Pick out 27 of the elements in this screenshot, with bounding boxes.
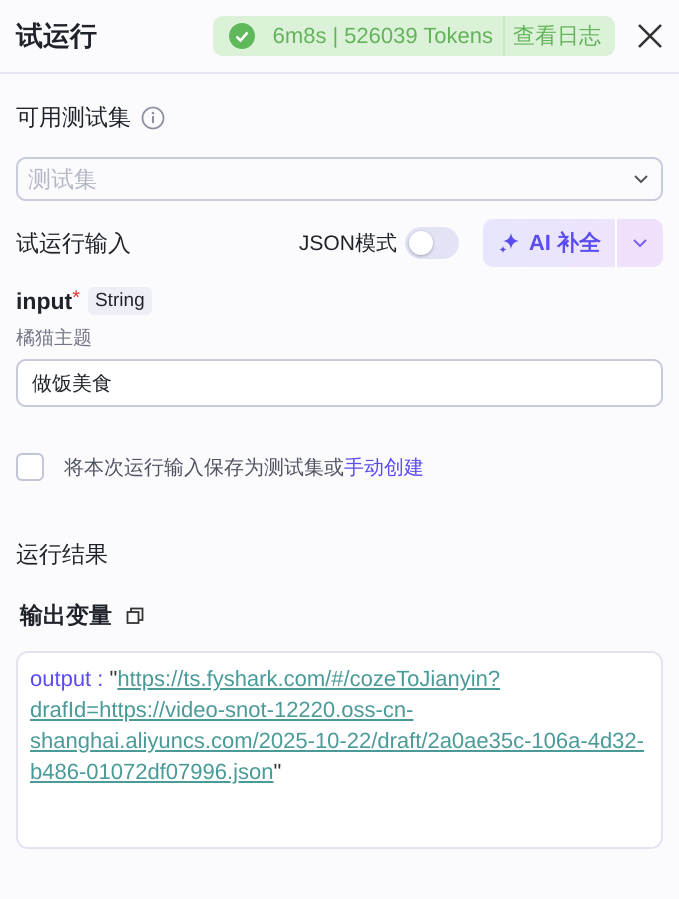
- sparkle-icon: [498, 232, 521, 254]
- input-field[interactable]: 做饭美食: [16, 359, 663, 407]
- save-checkbox[interactable]: [16, 453, 44, 481]
- info-icon: [141, 106, 165, 130]
- type-tag: String: [88, 287, 152, 315]
- result-title: 运行结果: [16, 541, 108, 567]
- output-title: 输出变量: [20, 601, 112, 630]
- section-label: 试运行输入: [16, 228, 131, 258]
- duration-text: 6m8s: [272, 23, 326, 49]
- json-mode-label: JSON模式: [298, 231, 397, 257]
- json-mode-toggle[interactable]: [404, 227, 459, 259]
- close-icon: [637, 23, 663, 49]
- section-label: 可用测试集: [16, 103, 131, 132]
- close-button[interactable]: [637, 23, 663, 49]
- manual-create-link[interactable]: 手动创建: [344, 456, 424, 478]
- required-mark: *: [72, 287, 80, 310]
- check-circle-icon: [228, 23, 255, 49]
- tokens-text: 526039 Tokens: [344, 23, 493, 49]
- copy-icon: [126, 606, 144, 624]
- field-name: input: [16, 288, 72, 314]
- ai-options-button[interactable]: [615, 219, 663, 267]
- ai-complete-button[interactable]: AI 补全: [482, 219, 615, 267]
- output-text: output : "https://ts.fyshark.com/#/cozeToJianyin?drafId=https://video-snot-12220.oss-cn-shanghai.aliyuncs.com/2025-10-22/draft/2a0ae35c-106a-4d32-b486-01072df07996.json": [30, 665, 645, 786]
- field-description: 橘猫主题: [16, 327, 93, 351]
- panel-title: 试运行: [16, 20, 97, 53]
- save-option-text: 将本次运行输入保存为测试集或手动创建: [64, 456, 424, 480]
- separator-text: |: [332, 23, 338, 49]
